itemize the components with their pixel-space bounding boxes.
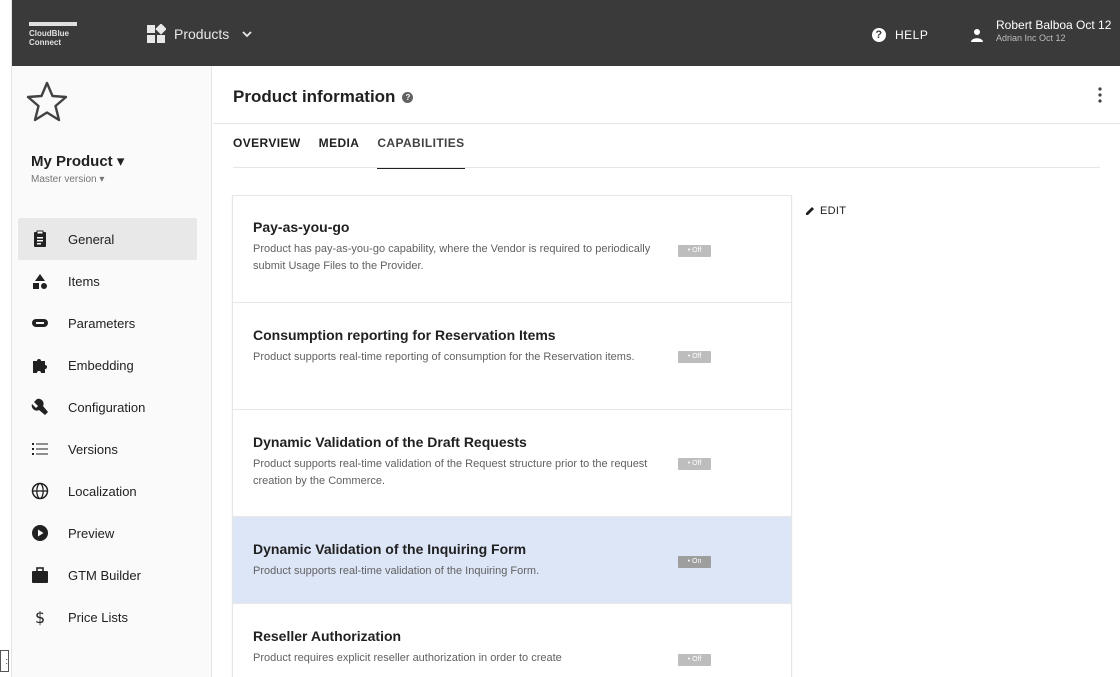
sidebar-item-label: Items <box>68 273 100 289</box>
sidebar-item-label: Localization <box>68 483 137 499</box>
capability-toggle[interactable]: • On <box>678 556 711 568</box>
sidebar-item-label: GTM Builder <box>68 567 141 583</box>
cloudblue-logo[interactable]: CloudBlue Connect <box>29 22 89 47</box>
user-account: Adrian Inc Oct 12 <box>996 33 1066 43</box>
user-name: Robert Balboa Oct 12 <box>996 18 1112 32</box>
top-app-bar: CloudBlue Connect Products ? HELP Robert… <box>12 0 1120 66</box>
sidebar-item-label: Price Lists <box>68 609 128 625</box>
globe-icon <box>31 482 49 500</box>
svg-text:$: $ <box>35 608 45 626</box>
version-dropdown[interactable]: Master version ▾ <box>31 174 104 185</box>
toggle-label: • Off <box>687 460 702 467</box>
sidebar-item-general[interactable]: General <box>18 218 197 260</box>
sidebar-item-configuration[interactable]: Configuration <box>18 386 197 428</box>
capability-toggle[interactable]: • Off <box>678 245 711 257</box>
star-icon[interactable] <box>25 80 69 124</box>
product-name-dropdown[interactable]: My Product ▾ <box>31 152 124 170</box>
capability-description: Product supports real-time reporting of … <box>253 351 635 363</box>
edit-button[interactable]: EDIT <box>805 205 846 217</box>
products-grid-icon <box>147 24 166 43</box>
sidebar-item-preview[interactable]: Preview <box>18 512 197 554</box>
main-content: Product information ? OVERVIEW MEDIA CAP… <box>213 66 1120 677</box>
user-menu[interactable]: Robert Balboa Oct 12 Adrian Inc Oct 12 <box>970 18 1111 44</box>
capability-card-pay-as-you-go: Pay-as-you-go Product has pay-as-you-go … <box>233 196 791 303</box>
capability-title: Dynamic Validation of the Draft Requests <box>253 434 527 450</box>
help-button[interactable]: ? HELP <box>872 28 928 42</box>
sidebar-nav: General Items Parameters Embedding Confi… <box>18 218 197 638</box>
wrench-icon <box>31 398 48 415</box>
person-icon <box>971 29 983 42</box>
capability-card-draft-validation: Dynamic Validation of the Draft Requests… <box>233 410 791 517</box>
capability-description: Product supports real-time validation of… <box>253 458 648 487</box>
capability-title: Dynamic Validation of the Inquiring Form <box>253 541 527 557</box>
pencil-icon <box>806 207 814 215</box>
tabs: OVERVIEW MEDIA CAPABILITIES <box>233 136 483 169</box>
capability-description: Product supports real-time validation of… <box>253 565 540 577</box>
edit-label: EDIT <box>820 205 847 217</box>
capability-toggle[interactable]: • Off <box>678 458 711 470</box>
sidebar-item-parameters[interactable]: Parameters <box>18 302 197 344</box>
capability-toggle[interactable]: • Off <box>678 351 711 363</box>
sidebar-item-gtm-builder[interactable]: GTM Builder <box>18 554 197 596</box>
sidebar-item-label: Preview <box>68 525 115 541</box>
sidebar-item-label: Versions <box>68 441 118 457</box>
capability-card-consumption-reporting: Consumption reporting for Reservation It… <box>233 303 791 410</box>
page-title: Product information ? <box>233 87 414 107</box>
briefcase-icon <box>32 567 48 583</box>
help-icon: ? <box>872 28 886 42</box>
chevron-down-icon <box>242 31 252 38</box>
sidebar-item-localization[interactable]: Localization <box>18 470 197 512</box>
left-edge-marker: : <box>0 650 9 672</box>
capability-title: Reseller Authorization <box>253 628 402 644</box>
sidebar-item-items[interactable]: Items <box>18 260 197 302</box>
play-icon <box>32 525 48 541</box>
toggle-label: • Off <box>687 247 702 254</box>
sidebar-item-embedding[interactable]: Embedding <box>18 344 197 386</box>
capability-card-inquiring-form: Dynamic Validation of the Inquiring Form… <box>233 517 791 604</box>
toggle-label: • Off <box>687 353 702 360</box>
info-icon[interactable]: ? <box>402 91 414 103</box>
logo-line-2: Connect <box>29 38 61 47</box>
sidebar-item-label: Configuration <box>68 399 146 415</box>
capability-toggle[interactable]: • Off <box>678 654 711 666</box>
help-label: HELP <box>895 28 929 42</box>
sidebar-item-label: General <box>68 231 115 247</box>
toggle-icon <box>32 319 48 327</box>
list-icon <box>32 443 48 455</box>
products-label: Products <box>174 26 230 42</box>
left-edge-strip <box>0 0 12 677</box>
capability-card-reseller-authorization: Reseller Authorization Product requires … <box>233 604 791 677</box>
sidebar-item-versions[interactable]: Versions <box>18 428 197 470</box>
capability-description: Product requires explicit reseller autho… <box>253 652 562 664</box>
capabilities-list: Pay-as-you-go Product has pay-as-you-go … <box>232 195 792 677</box>
capability-title: Pay-as-you-go <box>253 219 350 235</box>
toggle-label: • Off <box>687 656 702 663</box>
more-vert-icon[interactable] <box>1098 86 1102 104</box>
capability-title: Consumption reporting for Reservation It… <box>253 327 556 343</box>
tab-overview[interactable]: OVERVIEW <box>233 136 301 169</box>
page-title-text: Product information <box>233 87 396 106</box>
sidebar: My Product ▾ Master version ▾ General It… <box>12 66 212 677</box>
divider <box>213 123 1120 124</box>
sidebar-item-price-lists[interactable]: $ Price Lists <box>18 596 197 638</box>
sidebar-item-label: Embedding <box>68 357 134 373</box>
clipboard-icon <box>34 230 46 247</box>
divider <box>233 167 1100 168</box>
sidebar-item-label: Parameters <box>68 315 136 331</box>
toggle-label: • On <box>687 558 702 565</box>
user-info: Robert Balboa Oct 12 Adrian Inc Oct 12 <box>996 18 1111 44</box>
tab-media[interactable]: MEDIA <box>319 136 360 169</box>
shapes-icon <box>33 274 47 289</box>
logo-line-1: CloudBlue <box>29 29 69 38</box>
tab-capabilities[interactable]: CAPABILITIES <box>377 136 465 169</box>
dollar-icon: $ <box>35 608 45 626</box>
capability-description: Product has pay-as-you-go capability, wh… <box>253 243 651 272</box>
products-menu[interactable]: Products <box>146 24 253 44</box>
logo-bar <box>29 22 77 26</box>
puzzle-icon <box>33 359 47 373</box>
